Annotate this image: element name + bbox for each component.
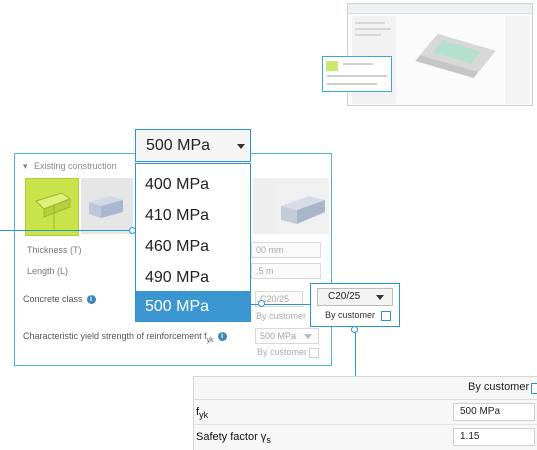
chevron-down-icon xyxy=(237,144,245,149)
safety-factor-row: Safety factor γs 1.15 xyxy=(194,425,537,449)
slab-icon xyxy=(35,192,72,229)
fyk-select-faded[interactable]: 500 MPa xyxy=(255,328,319,344)
detail-header: By customer xyxy=(194,377,537,400)
concrete-class-select[interactable]: C20/25 xyxy=(317,288,393,306)
dropdown-option-selected[interactable]: 500 MPa xyxy=(136,291,250,322)
thumbnail-active-tile xyxy=(326,61,338,71)
dropdown-selected-value: 500 MPa xyxy=(146,137,211,154)
fyk-label: Characteristic yield strength of reinfor… xyxy=(23,331,207,341)
concrete-by-customer-checkbox[interactable] xyxy=(381,311,391,321)
concrete-class-label: Concrete class xyxy=(23,294,83,304)
thumbnail-zoom-region xyxy=(322,56,392,92)
thickness-input[interactable]: 00 mm xyxy=(251,242,321,258)
thickness-label: Thickness (T) xyxy=(27,245,82,255)
safety-factor-text: Safety factor γ xyxy=(196,431,267,443)
detail-by-customer-checkbox[interactable] xyxy=(531,383,537,394)
fyk-detail-panel: By customer fyk 500 MPa Safety factor γs… xyxy=(193,376,537,450)
fyk-detail-label: fyk xyxy=(196,406,208,420)
yield-strength-dropdown[interactable]: 500 MPa xyxy=(135,129,251,162)
fyk-label-subscript: yk xyxy=(206,336,214,344)
concrete-class-label-wrap: Concrete class i xyxy=(23,294,96,305)
length-label: Length (L) xyxy=(27,266,69,276)
connector-dot xyxy=(258,300,265,307)
connector-dot xyxy=(351,326,358,333)
info-icon[interactable]: i xyxy=(217,332,227,342)
connector-line xyxy=(355,330,356,376)
fyk-detail-input[interactable]: 500 MPa xyxy=(453,403,535,421)
concrete-by-customer-label: By customer xyxy=(325,310,376,320)
info-icon[interactable]: i xyxy=(86,295,96,305)
concrete-class-callout: C20/25 By customer xyxy=(310,283,400,327)
fyk-by-customer-faded: By customer xyxy=(257,347,308,357)
dropdown-option[interactable]: 460 MPa xyxy=(136,231,250,262)
dropdown-option[interactable]: 410 MPa xyxy=(136,200,250,231)
fyk-label-wrap: Characteristic yield strength of reinfor… xyxy=(23,331,227,344)
safety-factor-subscript: s xyxy=(266,435,271,446)
length-input[interactable]: .5 m xyxy=(251,263,321,279)
fyk-row: fyk 500 MPa xyxy=(194,400,537,425)
thumbnail-line xyxy=(327,83,377,85)
section-header[interactable]: ▾ Existing construction xyxy=(23,161,117,172)
thumbnail-titlebar xyxy=(348,4,532,14)
construction-type-tile[interactable] xyxy=(275,178,329,234)
section-title: Existing construction xyxy=(34,161,117,171)
safety-factor-input[interactable]: 1.15 xyxy=(453,428,535,446)
thumbnail-line xyxy=(343,63,373,65)
fyk-subscript: yk xyxy=(199,410,209,421)
thumbnail-line xyxy=(355,22,385,24)
connector-line xyxy=(0,230,132,231)
dropdown-option[interactable]: 400 MPa xyxy=(136,169,250,200)
construction-type-tile[interactable] xyxy=(81,178,133,234)
thumbnail-line xyxy=(355,34,381,36)
concrete-by-customer-faded: By customer xyxy=(256,311,307,321)
collapse-arrow-icon[interactable]: ▾ xyxy=(23,161,28,171)
block-icon xyxy=(89,196,123,218)
thumbnail-line xyxy=(355,28,391,30)
safety-factor-label: Safety factor γs xyxy=(196,431,271,445)
beam-icon xyxy=(281,196,325,224)
thumbnail-right-pane xyxy=(505,16,529,104)
construction-type-tile-active[interactable] xyxy=(25,178,79,236)
concrete-class-value: C20/25 xyxy=(328,291,361,302)
fyk-select-value: 500 MPa xyxy=(260,331,297,341)
fyk-by-customer-checkbox-faded[interactable] xyxy=(309,348,319,358)
dropdown-option[interactable]: 490 MPa xyxy=(136,262,250,293)
yield-strength-options: 400 MPa 410 MPa 460 MPa 490 MPa 500 MPa xyxy=(135,163,251,322)
chevron-down-icon xyxy=(376,295,384,300)
thumbnail-line xyxy=(327,75,387,77)
chevron-down-icon xyxy=(304,334,312,339)
detail-by-customer-label: By customer xyxy=(468,381,530,393)
